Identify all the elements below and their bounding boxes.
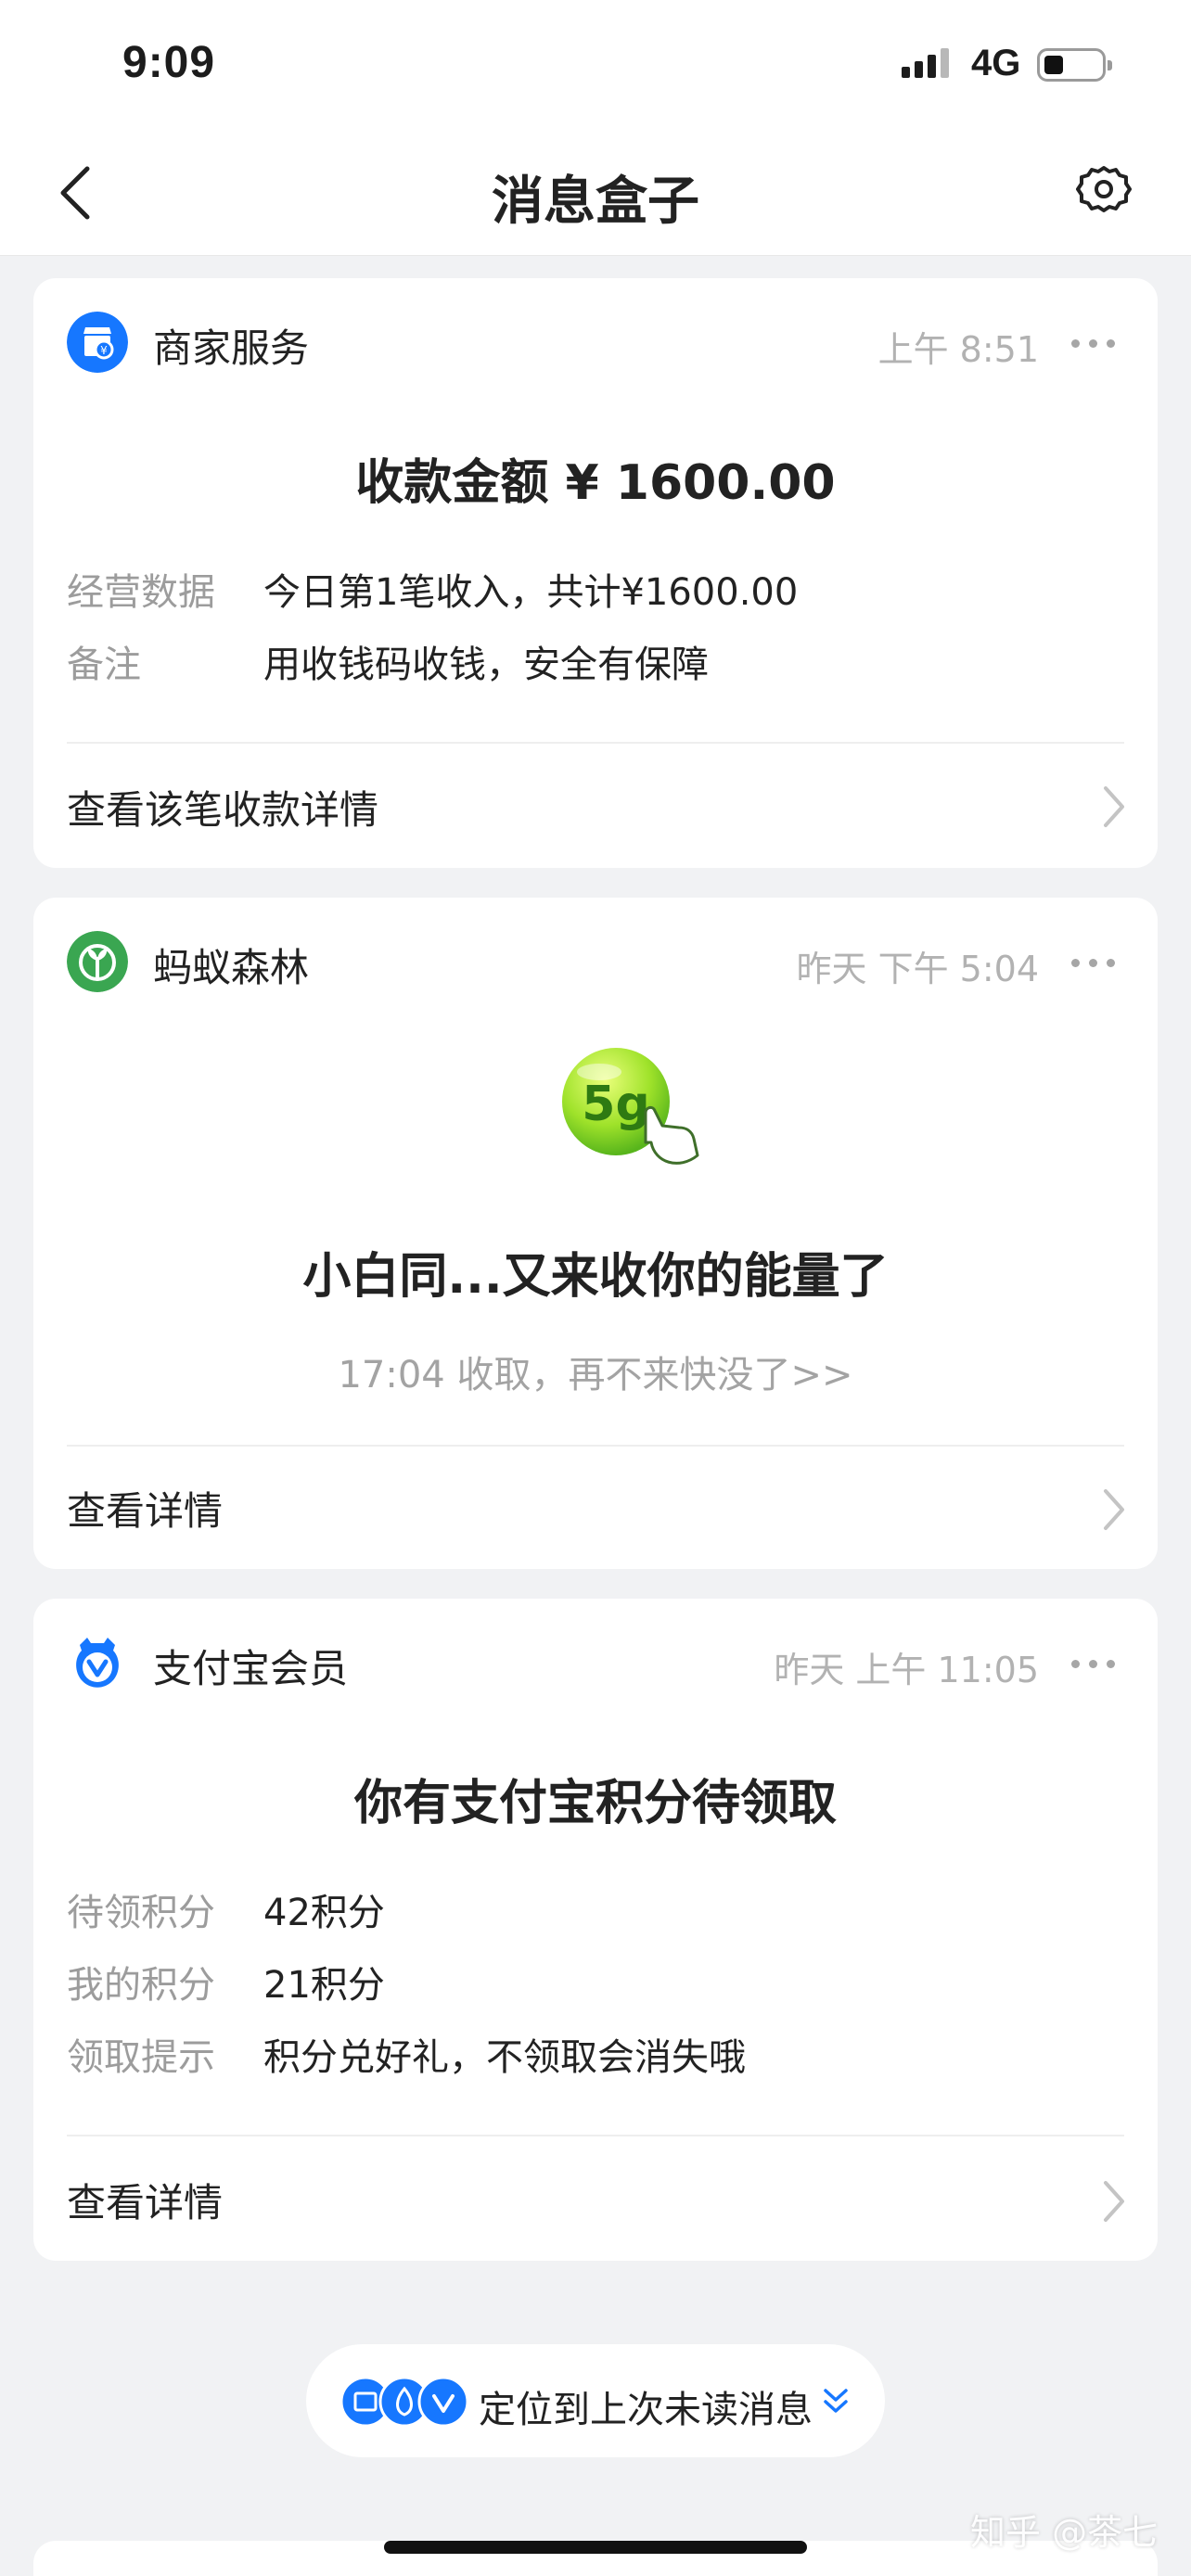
- message-card-merchant[interactable]: ¥ 商家服务 上午 8:51 收款金额 ¥ 1600.00 经营数据 今日第1笔收…: [33, 278, 1158, 868]
- message-card-alipay-member[interactable]: 支付宝会员 昨天 上午 11:05 你有支付宝积分待领取 待领积分 42积分 我的…: [33, 1599, 1158, 2261]
- energy-amount-label: 5g: [582, 1077, 649, 1132]
- row-label: 备注: [67, 644, 141, 686]
- status-bar: 9:09 4G: [0, 0, 1191, 130]
- card-title: 小白同...又来收你的能量了: [302, 1249, 889, 1305]
- row-value: 42积分: [263, 1892, 385, 1934]
- row-label: 经营数据: [67, 571, 215, 614]
- message-time: 昨天 上午 11:05: [774, 1650, 1039, 1690]
- gear-icon[interactable]: [1076, 161, 1132, 217]
- more-options-icon[interactable]: [1071, 1660, 1115, 1668]
- row-label: 领取提示: [67, 2036, 215, 2079]
- view-detail-link[interactable]: 查看详情: [67, 2172, 223, 2228]
- divider: [67, 2135, 1124, 2136]
- divider: [67, 1445, 1124, 1447]
- more-options-icon[interactable]: [1071, 339, 1115, 348]
- view-detail-link[interactable]: 查看详情: [67, 1480, 223, 1537]
- row-value: 用收钱码收钱，安全有保障: [263, 644, 709, 686]
- cellular-signal-icon: [902, 48, 949, 78]
- view-detail-link[interactable]: 查看该笔收款详情: [67, 779, 378, 835]
- divider: [67, 742, 1124, 744]
- card-header: 蚂蚁森林 昨天 下午 5:04: [67, 931, 1124, 994]
- card-title: 你有支付宝积分待领取: [353, 1776, 837, 1831]
- message-time: 昨天 下午 5:04: [796, 949, 1040, 989]
- jump-to-unread-button[interactable]: 定位到上次未读消息: [306, 2344, 885, 2457]
- chevron-right-icon[interactable]: [1096, 2177, 1130, 2225]
- svg-text:¥: ¥: [100, 344, 108, 357]
- row-label: 待领积分: [67, 1892, 215, 1934]
- card-subtitle[interactable]: 17:04 收取，再不来快没了>>: [33, 1345, 1158, 1398]
- alipay-member-icon: [76, 1638, 119, 1688]
- battery-icon: [1037, 48, 1112, 82]
- watermark: 知乎 @茶七: [970, 2512, 1159, 2553]
- row-value: 21积分: [263, 1964, 385, 2007]
- info-row: 备注 用收钱码收钱，安全有保障: [67, 634, 709, 688]
- row-value: 今日第1笔收入，共计¥1600.00: [263, 571, 799, 614]
- network-type: 4G: [971, 43, 1021, 83]
- card-header: ¥ 商家服务 上午 8:51: [67, 312, 1124, 375]
- row-label: 我的积分: [67, 1964, 215, 2007]
- app-name: 支付宝会员: [153, 1646, 349, 1691]
- card-title: 收款金额 ¥ 1600.00: [355, 455, 836, 511]
- chevron-right-icon[interactable]: [1096, 1486, 1130, 1534]
- card-header: 支付宝会员 昨天 上午 11:05: [67, 1632, 1124, 1695]
- app-name: 蚂蚁森林: [153, 945, 310, 990]
- message-time: 上午 8:51: [877, 329, 1039, 370]
- row-value: 积分兑好礼，不领取会消失哦: [263, 2036, 746, 2079]
- home-indicator[interactable]: [384, 2541, 807, 2554]
- message-card-ant-forest[interactable]: 蚂蚁森林 昨天 下午 5:04 5g 小白同...又来收你的能量了 17:04 …: [33, 898, 1158, 1569]
- nav-bar: 消息盒子: [0, 130, 1191, 256]
- energy-ball-hand-icon: 5g: [562, 1048, 699, 1165]
- app-icons-stack-icon: [339, 2376, 469, 2428]
- jump-to-unread-label: 定位到上次未读消息: [479, 2389, 813, 2431]
- info-row: 领取提示 积分兑好礼，不领取会消失哦: [67, 2027, 746, 2081]
- double-chevron-down-icon: [824, 2389, 848, 2413]
- app-name: 商家服务: [153, 325, 310, 371]
- info-row: 经营数据 今日第1笔收入，共计¥1600.00: [67, 562, 798, 616]
- ant-forest-sprout-icon: [67, 931, 128, 992]
- merchant-shop-icon: ¥: [67, 312, 128, 373]
- info-row: 待领积分 42积分: [67, 1882, 385, 1936]
- info-row: 我的积分 21积分: [67, 1955, 385, 2009]
- chevron-right-icon[interactable]: [1096, 783, 1130, 831]
- more-options-icon[interactable]: [1071, 959, 1115, 967]
- page-title: 消息盒子: [492, 172, 699, 232]
- status-time: 9:09: [122, 38, 216, 87]
